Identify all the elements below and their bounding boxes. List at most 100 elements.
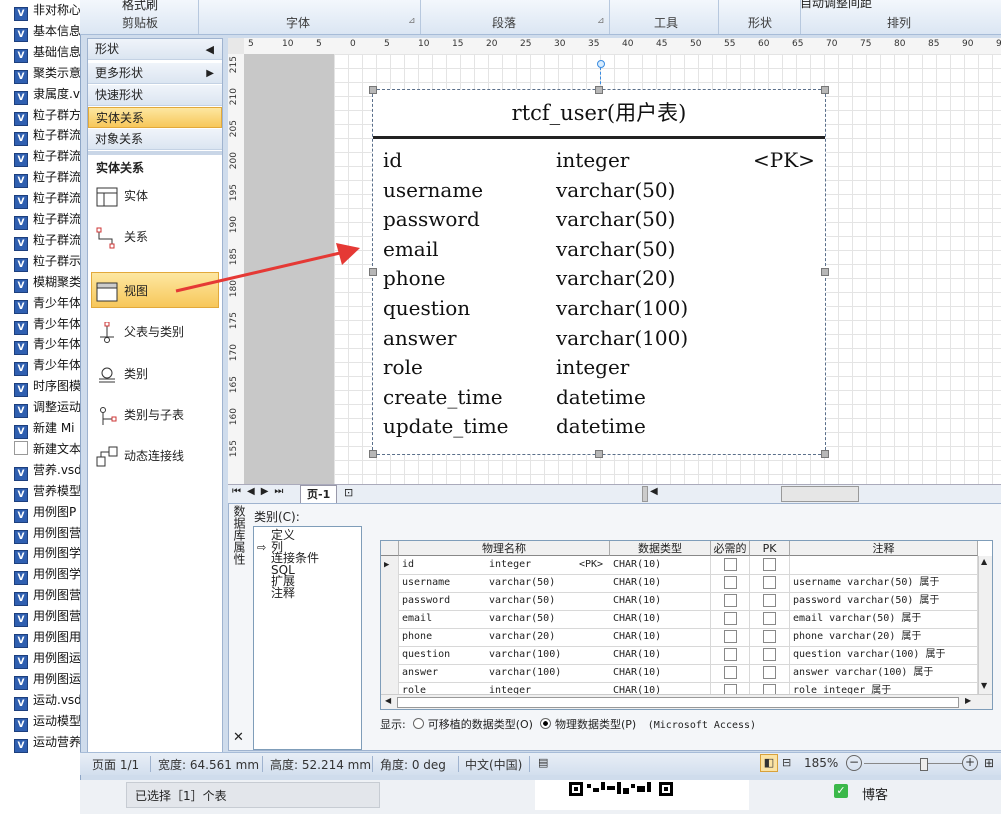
collapse-icon[interactable]: ◀ <box>206 39 214 60</box>
stencil-dynamic-connector[interactable]: 动态连接线 <box>96 441 184 471</box>
file-item[interactable]: V 粒子群方 <box>14 105 81 126</box>
category-item[interactable]: 注释 <box>271 587 295 599</box>
checkbox[interactable] <box>723 647 737 661</box>
scroll-left-icon[interactable]: ◀ <box>650 486 658 497</box>
file-item[interactable]: 新建文本 <box>14 439 81 459</box>
checkbox[interactable] <box>763 575 776 589</box>
col-header-note[interactable]: 注释 <box>790 541 978 556</box>
table-row[interactable]: username varchar(50) CHAR(10) username varc… <box>381 574 992 593</box>
cell-dtype[interactable]: CHAR(10) <box>610 556 711 574</box>
cell-name[interactable]: id <box>399 556 486 574</box>
cell-type[interactable]: varchar(50) <box>486 574 576 592</box>
row-checkbox-cell[interactable] <box>750 664 790 682</box>
cell-name[interactable]: answer <box>399 664 486 682</box>
file-item[interactable]: V 用例图运 <box>14 669 81 690</box>
file-item[interactable]: V 用例图运 <box>14 648 81 669</box>
file-item[interactable]: V 新建 Mi <box>14 418 75 439</box>
row-checkbox-cell[interactable] <box>711 592 750 610</box>
file-item[interactable]: V 运动.vsd <box>14 690 82 711</box>
table-row[interactable]: phone varchar(20) CHAR(10) phone varchar(20… <box>381 628 992 647</box>
presentation-mode-icon[interactable]: ⊟ <box>782 756 791 769</box>
cell-name[interactable]: question <box>399 646 486 664</box>
file-item[interactable]: V 青少年体 <box>14 293 81 314</box>
file-item[interactable]: V 青少年体 <box>14 355 81 377</box>
cell-name[interactable]: username <box>399 574 486 592</box>
row-checkbox-cell[interactable] <box>750 556 790 574</box>
row-selector[interactable] <box>381 592 399 610</box>
file-item[interactable]: V 粒子群流 <box>14 209 81 230</box>
radio-portable[interactable] <box>413 718 425 729</box>
quick-shapes-tab[interactable]: 快速形状 <box>88 85 222 106</box>
row-selector[interactable]: ▶ <box>381 556 399 574</box>
cell-name[interactable]: password <box>399 592 486 610</box>
radio-physical[interactable] <box>540 718 552 729</box>
cell-note[interactable]: phone varchar(20) 属于 <box>790 628 978 646</box>
checkbox[interactable] <box>763 557 776 571</box>
file-item[interactable]: V 聚类示意 <box>14 63 81 84</box>
cell-note[interactable]: password varchar(50) 属于 <box>790 592 978 610</box>
checkbox[interactable] <box>723 629 737 643</box>
selection-handle[interactable] <box>369 86 377 94</box>
file-item[interactable]: V 粒子群示 <box>14 251 81 272</box>
file-item[interactable]: V 营养.vsd <box>14 460 82 481</box>
row-checkbox-cell[interactable] <box>711 556 750 574</box>
cell-note[interactable] <box>790 556 978 574</box>
scroll-left-icon[interactable]: ◀ <box>385 696 391 705</box>
cell-pk[interactable] <box>576 610 610 628</box>
horizontal-scrollbar-thumb[interactable] <box>781 486 859 502</box>
file-item[interactable]: V 基本信息 <box>14 21 81 42</box>
selection-handle[interactable] <box>369 268 377 276</box>
checkbox[interactable] <box>763 611 776 625</box>
col-header-required[interactable]: 必需的 <box>711 541 750 556</box>
cell-dtype[interactable]: CHAR(10) <box>610 628 711 646</box>
selection-handle[interactable] <box>821 86 829 94</box>
page-tab[interactable]: 页-1 <box>300 485 338 504</box>
more-shapes-button[interactable]: 更多形状 ▶ <box>88 63 222 84</box>
file-item[interactable]: V 青少年体 <box>14 314 81 335</box>
row-selector[interactable] <box>381 610 399 628</box>
insert-page-icon[interactable]: ⊡ <box>344 486 353 499</box>
cell-note[interactable]: username varchar(50) 属于 <box>790 574 978 592</box>
status-language[interactable]: 中文(中国) <box>465 756 522 773</box>
row-checkbox-cell[interactable] <box>750 610 790 628</box>
close-icon[interactable]: ✕ <box>233 730 244 745</box>
stencil-view[interactable]: 视图 <box>96 276 148 306</box>
file-item[interactable]: V 时序图模 <box>14 376 81 398</box>
cell-pk[interactable] <box>576 664 610 682</box>
auto-spacing-button[interactable]: 自动调整间距 <box>800 0 872 11</box>
row-checkbox-cell[interactable] <box>711 664 750 682</box>
checkbox[interactable] <box>723 575 737 589</box>
file-item[interactable]: V 用例图用 <box>14 627 81 648</box>
table-row[interactable]: password varchar(50) CHAR(10) password varc… <box>381 592 992 611</box>
selection-handle[interactable] <box>595 86 603 94</box>
full-page-view-icon[interactable]: ◧ <box>760 754 778 772</box>
row-selector[interactable] <box>381 628 399 646</box>
file-item[interactable]: V 营养模型 <box>14 481 81 502</box>
table-row[interactable]: email varchar(50) CHAR(10) email varchar(50… <box>381 610 992 629</box>
selection-handle[interactable] <box>821 450 829 458</box>
tab-splitter[interactable] <box>642 486 648 502</box>
checkbox[interactable] <box>763 593 776 607</box>
cell-note[interactable]: question varchar(100) 属于 <box>790 646 978 664</box>
cell-dtype[interactable]: CHAR(10) <box>610 592 711 610</box>
cell-note[interactable]: email varchar(50) 属于 <box>790 610 978 628</box>
cell-type[interactable]: varchar(20) <box>486 628 576 646</box>
horizontal-ruler[interactable]: 5 10 5 0 5 10 15 20 25 30 35 40 45 50 55 60 65 70 75 80 85 90… <box>244 38 1001 55</box>
cell-name[interactable]: email <box>399 610 486 628</box>
file-item[interactable]: V 用例图营 <box>14 585 81 607</box>
status-page[interactable]: 页面 1/1 <box>92 756 139 773</box>
file-item[interactable]: V 调整运动 <box>14 397 81 419</box>
blog-label[interactable]: 博客 <box>862 784 888 803</box>
table-row[interactable]: answer varchar(100) CHAR(10) answer varchar… <box>381 664 992 683</box>
grid-horizontal-scrollbar[interactable]: ◀ ▶ <box>381 694 992 709</box>
file-item[interactable]: V 基础信息 <box>14 42 81 63</box>
table-row[interactable]: question varchar(100) CHAR(10) question var… <box>381 646 992 665</box>
zoom-slider-thumb[interactable] <box>920 758 928 771</box>
row-checkbox-cell[interactable] <box>711 646 750 664</box>
checkbox[interactable] <box>723 593 737 607</box>
row-selector[interactable] <box>381 664 399 682</box>
row-checkbox-cell[interactable] <box>750 592 790 610</box>
cell-dtype[interactable]: CHAR(10) <box>610 610 711 628</box>
file-item[interactable]: V 青少年体 <box>14 334 81 356</box>
row-checkbox-cell[interactable] <box>750 574 790 592</box>
